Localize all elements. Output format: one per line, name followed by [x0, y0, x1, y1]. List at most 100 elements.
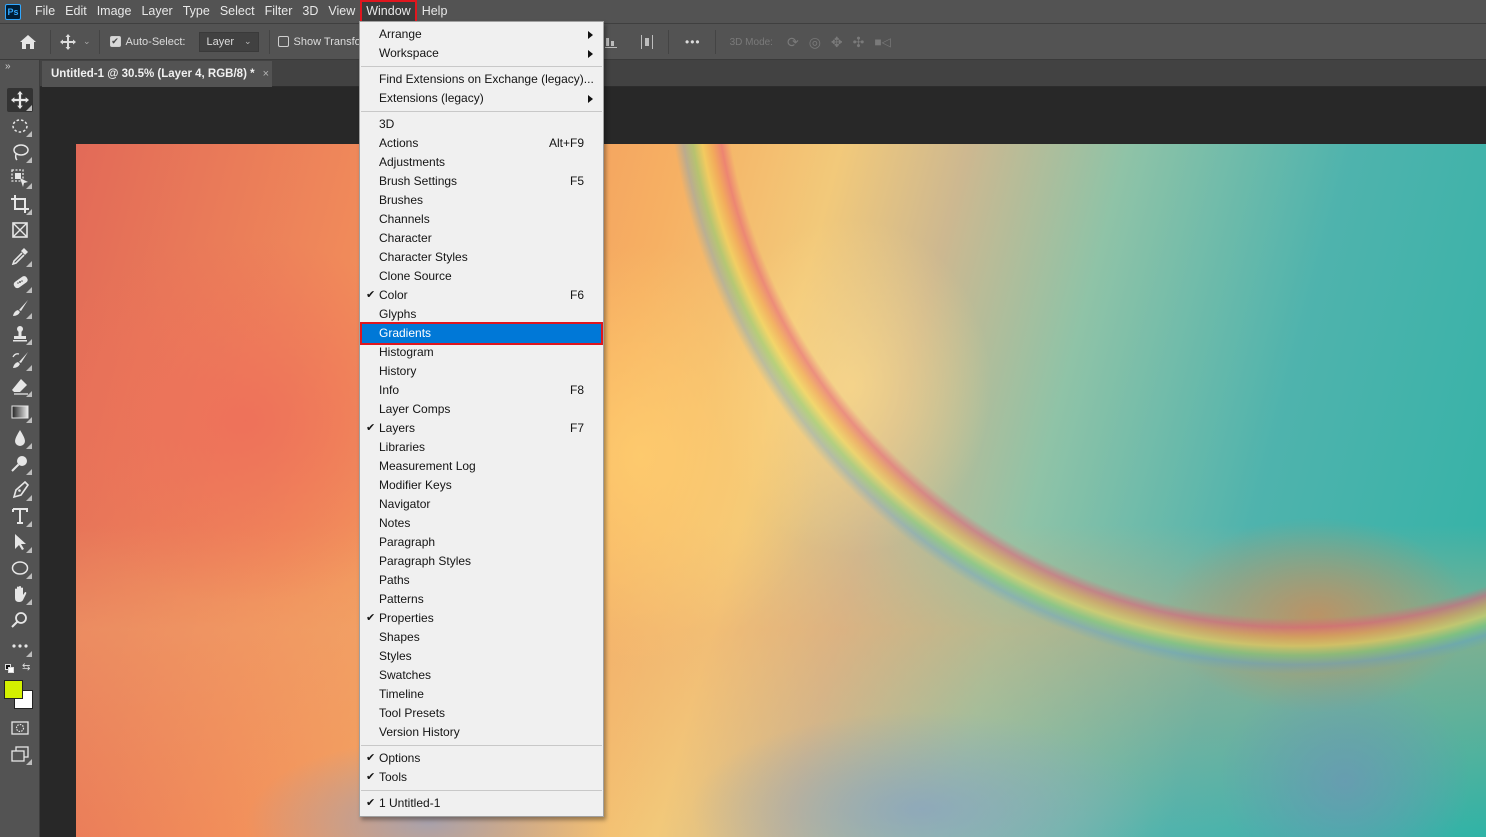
auto-select-target-dropdown[interactable]: Layer ⌄ — [199, 31, 259, 52]
menu-item-history[interactable]: History — [362, 362, 601, 381]
menu-item-label: Histogram — [379, 345, 434, 359]
menu-item-styles[interactable]: Styles — [362, 647, 601, 666]
menu-item-channels[interactable]: Channels — [362, 210, 601, 229]
menu-item-glyphs[interactable]: Glyphs — [362, 305, 601, 324]
menu-item-libraries[interactable]: Libraries — [362, 438, 601, 457]
menu-item-character-styles[interactable]: Character Styles — [362, 248, 601, 267]
menu-item-find-extensions-on-exchange-legacy[interactable]: Find Extensions on Exchange (legacy)... — [362, 70, 601, 89]
menu-item-3d[interactable]: 3D — [362, 115, 601, 134]
document-workspace[interactable] — [40, 87, 1486, 837]
menu-item-character[interactable]: Character — [362, 229, 601, 248]
ellipse-tool[interactable] — [7, 556, 33, 580]
3d-pan-icon[interactable]: ✥ — [831, 34, 843, 51]
spot-healing-brush-tool[interactable] — [7, 270, 33, 294]
3d-orbit-icon[interactable]: ⟳ — [787, 34, 799, 51]
menu-item-info[interactable]: Info F8 — [362, 381, 601, 400]
menu-item-extensions-legacy[interactable]: Extensions (legacy) — [362, 89, 601, 108]
close-tab-icon[interactable]: × — [263, 68, 269, 80]
canvas-image-clouds-rainbow[interactable] — [76, 144, 1486, 837]
menu-item-actions[interactable]: Actions Alt+F9 — [362, 134, 601, 153]
menu-item-tools[interactable]: ✔ Tools — [362, 768, 601, 787]
menu-window[interactable]: Window — [360, 0, 417, 23]
object-selection-tool[interactable] — [7, 166, 33, 190]
menu-item-navigator[interactable]: Navigator — [362, 495, 601, 514]
menu-item-paragraph[interactable]: Paragraph — [362, 533, 601, 552]
menu-item-label: Glyphs — [379, 307, 417, 321]
menu-item-tool-presets[interactable]: Tool Presets — [362, 704, 601, 723]
menu-item-properties[interactable]: ✔ Properties — [362, 609, 601, 628]
menu-item-paths[interactable]: Paths — [362, 571, 601, 590]
menu-item-patterns[interactable]: Patterns — [362, 590, 601, 609]
history-brush-tool[interactable] — [7, 348, 33, 372]
type-tool[interactable] — [7, 504, 33, 528]
menu-item-workspace[interactable]: Workspace — [362, 44, 601, 63]
auto-select-checkbox[interactable]: ✔ Auto-Select: — [109, 36, 185, 48]
menu-item-shapes[interactable]: Shapes — [362, 628, 601, 647]
move-tool[interactable] — [7, 88, 33, 112]
brush-tool[interactable] — [7, 296, 33, 320]
lasso-tool[interactable] — [7, 140, 33, 164]
dodge-tool[interactable] — [7, 452, 33, 476]
menu-item-brushes[interactable]: Brushes — [362, 191, 601, 210]
menu-file[interactable]: File — [30, 0, 60, 23]
divider — [268, 29, 270, 54]
clone-stamp-tool[interactable] — [7, 322, 33, 346]
move-tool-icon[interactable] — [59, 33, 77, 50]
menu-image[interactable]: Image — [92, 0, 137, 23]
menu-3d[interactable]: 3D — [297, 0, 323, 23]
menu-item-version-history[interactable]: Version History — [362, 723, 601, 742]
menu-item-measurement-log[interactable]: Measurement Log — [362, 457, 601, 476]
edit-toolbar-button[interactable] — [7, 634, 33, 658]
distribute-horizontal-icon[interactable] — [640, 35, 654, 49]
menu-type[interactable]: Type — [178, 0, 215, 23]
tool-preset-chevron-down-icon[interactable]: ⌄ — [83, 36, 91, 47]
menu-item-clone-source[interactable]: Clone Source — [362, 267, 601, 286]
document-tab[interactable]: Untitled-1 @ 30.5% (Layer 4, RGB/8) * × — [42, 61, 272, 87]
gradient-tool[interactable] — [7, 400, 33, 424]
menu-layer[interactable]: Layer — [136, 0, 177, 23]
menu-item-layers[interactable]: ✔ Layers F7 — [362, 419, 601, 438]
eyedropper-tool[interactable] — [7, 244, 33, 268]
3d-slide-icon[interactable]: ✣ — [853, 34, 865, 51]
more-options-button[interactable]: ••• — [685, 35, 701, 49]
3d-scale-camera-icon[interactable]: ■◁ — [874, 35, 890, 49]
menu-item-layer-comps[interactable]: Layer Comps — [362, 400, 601, 419]
blur-tool[interactable] — [7, 426, 33, 450]
menu-item-modifier-keys[interactable]: Modifier Keys — [362, 476, 601, 495]
menu-item-timeline[interactable]: Timeline — [362, 685, 601, 704]
elliptical-marquee-tool[interactable] — [7, 114, 33, 138]
hand-tool[interactable] — [7, 582, 33, 606]
default-colors-icon[interactable] — [5, 664, 15, 674]
distribute-bottom-icon[interactable] — [604, 35, 618, 49]
swap-colors-icon[interactable]: ⇆ — [22, 662, 30, 673]
path-selection-tool[interactable] — [7, 530, 33, 554]
menu-item-notes[interactable]: Notes — [362, 514, 601, 533]
frame-icon — [12, 222, 28, 238]
3d-roll-icon[interactable]: ◎ — [809, 34, 821, 51]
menu-item-options[interactable]: ✔ Options — [362, 749, 601, 768]
screen-mode-button[interactable] — [7, 742, 33, 766]
home-icon[interactable] — [18, 34, 38, 50]
menu-item-arrange[interactable]: Arrange — [362, 25, 601, 44]
menu-item-adjustments[interactable]: Adjustments — [362, 153, 601, 172]
menu-item-color[interactable]: ✔ Color F6 — [362, 286, 601, 305]
menu-item-brush-settings[interactable]: Brush Settings F5 — [362, 172, 601, 191]
menu-item-swatches[interactable]: Swatches — [362, 666, 601, 685]
foreground-color-swatch[interactable] — [4, 680, 23, 699]
frame-tool[interactable] — [7, 218, 33, 242]
menu-item-histogram[interactable]: Histogram — [362, 343, 601, 362]
eraser-tool[interactable] — [7, 374, 33, 398]
menu-filter[interactable]: Filter — [260, 0, 298, 23]
crop-tool[interactable] — [7, 192, 33, 216]
pen-tool[interactable] — [7, 478, 33, 502]
menu-select[interactable]: Select — [215, 0, 260, 23]
menu-item-1-untitled-1[interactable]: ✔ 1 Untitled-1 — [362, 794, 601, 813]
menu-view[interactable]: View — [323, 0, 360, 23]
menu-item-gradients[interactable]: Gradients — [360, 322, 603, 345]
menu-item-paragraph-styles[interactable]: Paragraph Styles — [362, 552, 601, 571]
menu-edit[interactable]: Edit — [60, 0, 92, 23]
collapse-panel-icon[interactable]: » — [5, 61, 10, 72]
menu-help[interactable]: Help — [417, 0, 453, 23]
zoom-tool[interactable] — [7, 608, 33, 632]
quick-mask-button[interactable] — [7, 716, 33, 740]
